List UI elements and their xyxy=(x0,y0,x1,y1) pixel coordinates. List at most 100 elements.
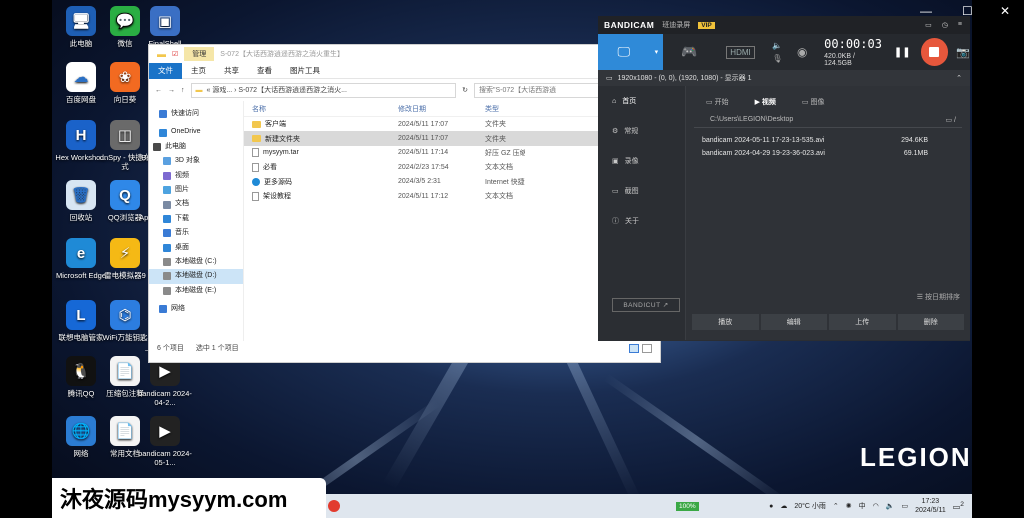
delete-button[interactable]: 删除 xyxy=(897,314,964,330)
nav-item[interactable]: 此电脑 xyxy=(149,140,243,154)
output-path: C:\Users\LEGION\Desktop xyxy=(710,116,794,123)
nav-item[interactable]: 文档 xyxy=(149,197,243,211)
collapse-icon[interactable]: ⌃ xyxy=(956,74,970,82)
open-folder-icon[interactable]: ▭ / xyxy=(945,116,962,124)
sidebar-item[interactable]: ⓘ 关于 xyxy=(598,206,685,236)
large-icons-view-icon[interactable] xyxy=(642,343,652,353)
app-icon: H xyxy=(66,120,96,150)
battery-icon[interactable]: ▭ xyxy=(901,502,908,510)
nav-item-label: 视频 xyxy=(175,171,189,179)
nav-item[interactable]: 视频 xyxy=(149,169,243,183)
mode-dropdown[interactable]: ▾ xyxy=(649,34,664,70)
nav-item[interactable]: 图片 xyxy=(149,183,243,197)
edit-button[interactable]: 编辑 xyxy=(760,314,827,330)
pause-icon[interactable]: ❚❚ xyxy=(894,47,911,58)
column-name[interactable]: 名称 xyxy=(244,104,398,114)
game-mode-button[interactable]: 🎮 xyxy=(663,34,714,70)
app-icon: e xyxy=(66,238,96,268)
bandicam-taskbar-icon[interactable] xyxy=(328,500,340,512)
play-button[interactable]: 播放 xyxy=(692,314,759,330)
recording-row[interactable]: bandicam 2024-04-29 19-23-36-023.avi 69.1… xyxy=(694,147,962,160)
file-icon xyxy=(252,162,259,172)
sort-by-date[interactable]: ☰ 按日期排序 xyxy=(917,292,960,302)
nav-item[interactable]: 桌面 xyxy=(149,241,243,255)
system-tray: ● ☁ 20°C 小雨 ⌃ ✺ 中 ◠ 🔈 ▭ 17:23 2024/5/11 … xyxy=(769,497,972,515)
vip-badge[interactable]: VIP xyxy=(698,21,715,29)
tab-view[interactable]: 查看 xyxy=(248,63,281,79)
nav-item[interactable]: 网络 xyxy=(149,302,243,316)
close-icon[interactable]: ✕ xyxy=(1000,4,1010,18)
timer-icon[interactable]: ◷ xyxy=(942,21,948,29)
tab-start[interactable]: ▭ 开始 xyxy=(706,97,729,107)
upload-button[interactable]: 上传 xyxy=(829,314,896,330)
nav-item[interactable]: OneDrive xyxy=(149,125,243,139)
back-arrow-icon[interactable]: ← xyxy=(155,87,162,94)
app-icon: 📄 xyxy=(110,416,140,446)
up-arrow-icon[interactable]: ↑ xyxy=(181,87,185,94)
recording-timer: 00:00:03 xyxy=(824,37,882,51)
folder-icon: ▬ xyxy=(195,86,203,94)
nav-item-label: 图片 xyxy=(175,185,189,193)
sidebar-item[interactable]: ⌂ 首页 xyxy=(598,86,685,116)
nav-item[interactable]: 本地磁盘 (C:) xyxy=(149,255,243,269)
weather-icon: ☁ xyxy=(780,503,788,510)
folder-icon xyxy=(252,120,261,128)
desktop-icon[interactable]: ▶ bandicam 2024-05-1... xyxy=(138,416,192,467)
tab-share[interactable]: 共享 xyxy=(215,63,248,79)
nav-item[interactable]: 音乐 xyxy=(149,226,243,240)
camera-icon[interactable]: 📷 xyxy=(956,46,970,59)
column-type[interactable]: 类型 xyxy=(485,104,525,114)
desktop-icon[interactable]: ▶ bandicam 2024-04-2... xyxy=(138,356,192,407)
recording-name: bandicam 2024-04-29 19-23-36-023.avi xyxy=(702,150,825,157)
webcam-icon[interactable]: ◉ xyxy=(788,45,816,59)
tab-manage[interactable]: 管理 xyxy=(184,47,215,61)
wifi-icon[interactable]: ◠ xyxy=(873,502,879,510)
nav-item-label: 快速访问 xyxy=(171,110,199,117)
home-icon: ▭ xyxy=(706,99,713,106)
tray-app-icon[interactable]: ✺ xyxy=(846,502,852,510)
nav-item[interactable]: 本地磁盘 (D:) xyxy=(149,269,243,284)
clock[interactable]: 17:23 2024/5/11 xyxy=(915,497,946,515)
recording-row[interactable]: bandicam 2024-05-11 17-23-13-535.avi 294.… xyxy=(694,134,962,147)
refresh-icon[interactable]: ↻ xyxy=(462,86,468,94)
address-bar[interactable]: ▬ « 源戏... › S-072【大话西游逍遥西游之消火... xyxy=(190,82,457,98)
bandicut-button[interactable]: BANDICUT ↗ xyxy=(612,298,680,312)
tab-image[interactable]: ▭ 图像 xyxy=(802,97,825,107)
nav-item[interactable]: 快速访问 xyxy=(149,107,243,121)
checkbox-icon[interactable]: ☑ xyxy=(172,50,178,58)
menu-icon[interactable]: ≡ xyxy=(958,21,962,29)
recording-name: bandicam 2024-05-11 17-23-13-535.avi xyxy=(702,137,825,144)
nav-item[interactable]: 3D 对象 xyxy=(149,154,243,168)
screen-mode-button[interactable]: 🖵 xyxy=(598,34,650,70)
volume-icon[interactable]: 🔈 xyxy=(886,502,895,510)
speaker-icon[interactable]: 🔈 xyxy=(772,41,782,50)
stop-record-button[interactable] xyxy=(920,38,949,66)
ime-indicator[interactable]: 中 xyxy=(859,501,866,511)
details-view-icon[interactable] xyxy=(629,343,639,353)
battery-indicator[interactable]: 100% xyxy=(676,501,699,511)
desktop-icon[interactable]: ▣FinalShell xyxy=(138,6,192,48)
sidebar-item[interactable]: ⚙ 常规 xyxy=(598,116,685,146)
device-mode-button[interactable]: HDMI xyxy=(715,34,766,70)
folder-icon: ▬ xyxy=(157,49,166,59)
tab-video[interactable]: ▶ 视频 xyxy=(755,97,776,107)
tab-home[interactable]: 主页 xyxy=(182,63,215,79)
microphone-icon[interactable]: 🎙 xyxy=(772,54,782,63)
location-icon[interactable]: ● xyxy=(769,503,773,510)
app-icon: ⌬ xyxy=(110,300,140,330)
tab-picture-tools[interactable]: 图片工具 xyxy=(281,63,329,79)
file-icon xyxy=(252,191,259,201)
tab-file[interactable]: 文件 xyxy=(149,62,182,79)
app-icon: L xyxy=(66,300,96,330)
column-date[interactable]: 修改日期 xyxy=(398,104,485,114)
nav-item-label: 桌面 xyxy=(175,243,189,251)
sidebar-item[interactable]: ▭ 截图 xyxy=(598,176,685,206)
folder-icon[interactable]: ▭ xyxy=(925,21,932,29)
sidebar-item[interactable]: ▣ 录像 xyxy=(598,146,685,176)
notification-icon[interactable]: ▭2 xyxy=(953,501,964,512)
nav-item[interactable]: 下载 xyxy=(149,212,243,226)
nav-item[interactable]: 本地磁盘 (E:) xyxy=(149,284,243,298)
chevron-up-icon[interactable]: ⌃ xyxy=(833,502,839,510)
weather-text[interactable]: 20°C 小雨 xyxy=(794,501,826,511)
forward-arrow-icon[interactable]: → xyxy=(168,87,175,94)
